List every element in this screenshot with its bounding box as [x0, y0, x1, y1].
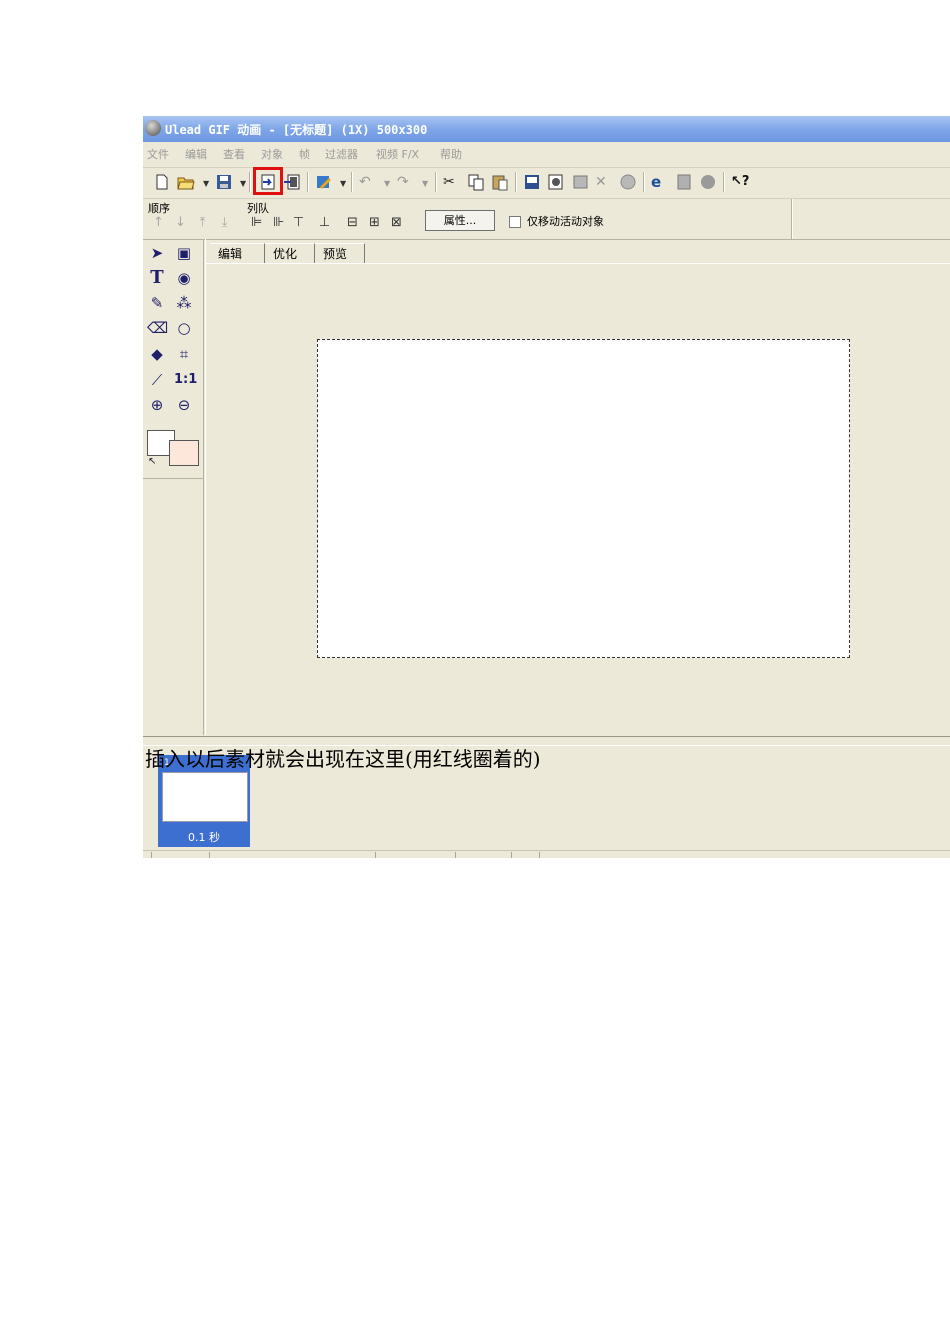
- align-right-icon[interactable]: ⊪: [271, 215, 286, 230]
- paste-icon[interactable]: [491, 173, 509, 191]
- menu-frame[interactable]: 帧: [299, 146, 310, 162]
- toolbar-separator: [723, 172, 725, 192]
- marquee-tool-icon[interactable]: ▣: [174, 243, 194, 263]
- properties-button[interactable]: 属性...: [425, 210, 495, 231]
- background-color-swatch[interactable]: [169, 440, 199, 466]
- menu-view[interactable]: 查看: [223, 146, 245, 162]
- add-text-icon[interactable]: [571, 173, 589, 191]
- fill-tool-icon[interactable]: ◆: [147, 344, 167, 364]
- optimize-icon[interactable]: [675, 173, 693, 191]
- toolbar-separator: [435, 172, 437, 192]
- move-down-icon[interactable]: ↓: [173, 215, 188, 230]
- save-dropdown-icon[interactable]: ▼: [240, 179, 246, 188]
- align-bottom-icon[interactable]: ⊥: [317, 215, 332, 230]
- duplicate-frame-icon[interactable]: [547, 173, 565, 191]
- view-tabs: 编辑 优化 预览: [206, 243, 950, 263]
- status-separator: [539, 852, 540, 858]
- edit-image-icon[interactable]: [315, 173, 333, 191]
- align-label: 列队: [247, 202, 269, 215]
- add-video-icon[interactable]: [283, 173, 301, 191]
- toolbar-separator: [249, 172, 251, 192]
- align-top-icon[interactable]: ⊤: [291, 215, 306, 230]
- toolbar-separator: [351, 172, 353, 192]
- menu-help[interactable]: 帮助: [440, 146, 462, 162]
- web-browser-icon[interactable]: e: [651, 173, 669, 191]
- export-icon[interactable]: [699, 173, 717, 191]
- menu-video-fx[interactable]: 视频 F/X: [376, 146, 419, 162]
- tab-preview[interactable]: 预览: [315, 243, 365, 263]
- add-images-highlight: [253, 167, 283, 195]
- status-bar: [143, 850, 950, 858]
- zoom-out-icon[interactable]: ⊖: [174, 395, 194, 415]
- open-file-icon[interactable]: [177, 173, 195, 191]
- arrange-toolbar: 顺序 列队 ↑ ↓ ⤒ ⤓ ⊫ ⊪ ⊤ ⊥ ⊟ ⊞ ⊠ 属性... 仅移动活动对…: [143, 198, 950, 240]
- status-separator: [151, 852, 152, 858]
- menu-edit[interactable]: 编辑: [185, 146, 207, 162]
- toolbar-separator: [643, 172, 645, 192]
- add-frame-icon[interactable]: [523, 173, 541, 191]
- status-separator: [455, 852, 456, 858]
- tab-divider: [206, 263, 950, 264]
- actual-size-icon[interactable]: 1:1: [174, 370, 197, 390]
- align-left-icon[interactable]: ⊫: [249, 215, 264, 230]
- image-canvas[interactable]: [317, 339, 850, 658]
- send-to-back-icon[interactable]: ⤓: [217, 215, 232, 230]
- crop-tool-icon[interactable]: ⌗: [174, 344, 194, 364]
- toolbar-separator: [791, 199, 793, 239]
- undo-dropdown-icon[interactable]: ▼: [384, 179, 390, 188]
- edit-image-dropdown-icon[interactable]: ▼: [340, 179, 346, 188]
- frame-preview: [162, 772, 248, 822]
- panel-separator: [143, 478, 203, 479]
- zoom-in-icon[interactable]: ⊕: [147, 395, 167, 415]
- new-file-icon[interactable]: [153, 173, 171, 191]
- copy-icon[interactable]: [467, 173, 485, 191]
- magic-wand-tool-icon[interactable]: ⁂: [174, 293, 194, 313]
- menu-bar: 文件 编辑 查看 对象 帧 过滤器 视频 F/X 帮助: [143, 143, 950, 164]
- tab-optimize[interactable]: 优化: [265, 243, 315, 263]
- tween-icon[interactable]: [619, 173, 637, 191]
- status-separator: [511, 852, 512, 858]
- delete-icon[interactable]: ✕: [595, 173, 613, 191]
- toolbar-separator: [307, 172, 309, 192]
- eyedropper-tool-icon[interactable]: ⟋: [147, 370, 167, 390]
- eraser-tool-icon[interactable]: ⌫: [147, 318, 168, 338]
- title-bar: Ulead GIF 动画 - [无标题] (1X) 500x300: [143, 116, 950, 142]
- redo-icon[interactable]: ↷: [397, 173, 415, 191]
- menu-file[interactable]: 文件: [147, 146, 169, 162]
- undo-icon[interactable]: ↶: [359, 173, 377, 191]
- frame-duration[interactable]: 0.1 秒: [158, 829, 250, 845]
- move-up-icon[interactable]: ↑: [151, 215, 166, 230]
- text-tool-icon[interactable]: T: [147, 268, 167, 288]
- center-both-icon[interactable]: ⊠: [389, 215, 404, 230]
- save-icon[interactable]: [215, 173, 233, 191]
- work-area: 编辑 优化 预览: [205, 239, 950, 735]
- status-separator: [209, 852, 210, 858]
- bring-to-front-icon[interactable]: ⤒: [195, 215, 210, 230]
- app-icon: [145, 120, 161, 136]
- context-help-icon[interactable]: ↖?: [731, 173, 749, 191]
- move-active-only-checkbox[interactable]: [509, 216, 521, 228]
- order-label: 顺序: [148, 202, 170, 215]
- pick-tool-icon[interactable]: ➤: [147, 243, 167, 263]
- tool-panel: ➤ ▣ T ◉ ✎ ⁂ ⌫ ○ ◆ ⌗ ⟋ 1:1 ⊕ ⊖ ↖: [143, 239, 204, 735]
- window-title: Ulead GIF 动画 - [无标题] (1X) 500x300: [165, 123, 428, 137]
- menu-filters[interactable]: 过滤器: [325, 146, 358, 162]
- status-separator: [375, 852, 376, 858]
- paintbrush-tool-icon[interactable]: ✎: [147, 293, 167, 313]
- open-dropdown-icon[interactable]: ▼: [203, 179, 209, 188]
- ellipse-tool-icon[interactable]: ○: [174, 318, 194, 338]
- tab-edit[interactable]: 编辑: [210, 243, 265, 263]
- center-horizontal-icon[interactable]: ⊞: [367, 215, 382, 230]
- swap-colors-icon[interactable]: ↖: [148, 456, 156, 467]
- center-vertical-icon[interactable]: ⊟: [345, 215, 360, 230]
- toolbar-separator: [515, 172, 517, 192]
- move-active-only-label: 仅移动活动对象: [527, 215, 604, 228]
- lasso-pointer-tool-icon[interactable]: ◉: [174, 268, 194, 288]
- menu-object[interactable]: 对象: [261, 146, 283, 162]
- redo-dropdown-icon[interactable]: ▼: [422, 179, 428, 188]
- caption-text: 插入以后素材就会出现在这里(用红线圈着的): [145, 747, 541, 771]
- cut-icon[interactable]: ✂: [443, 173, 461, 191]
